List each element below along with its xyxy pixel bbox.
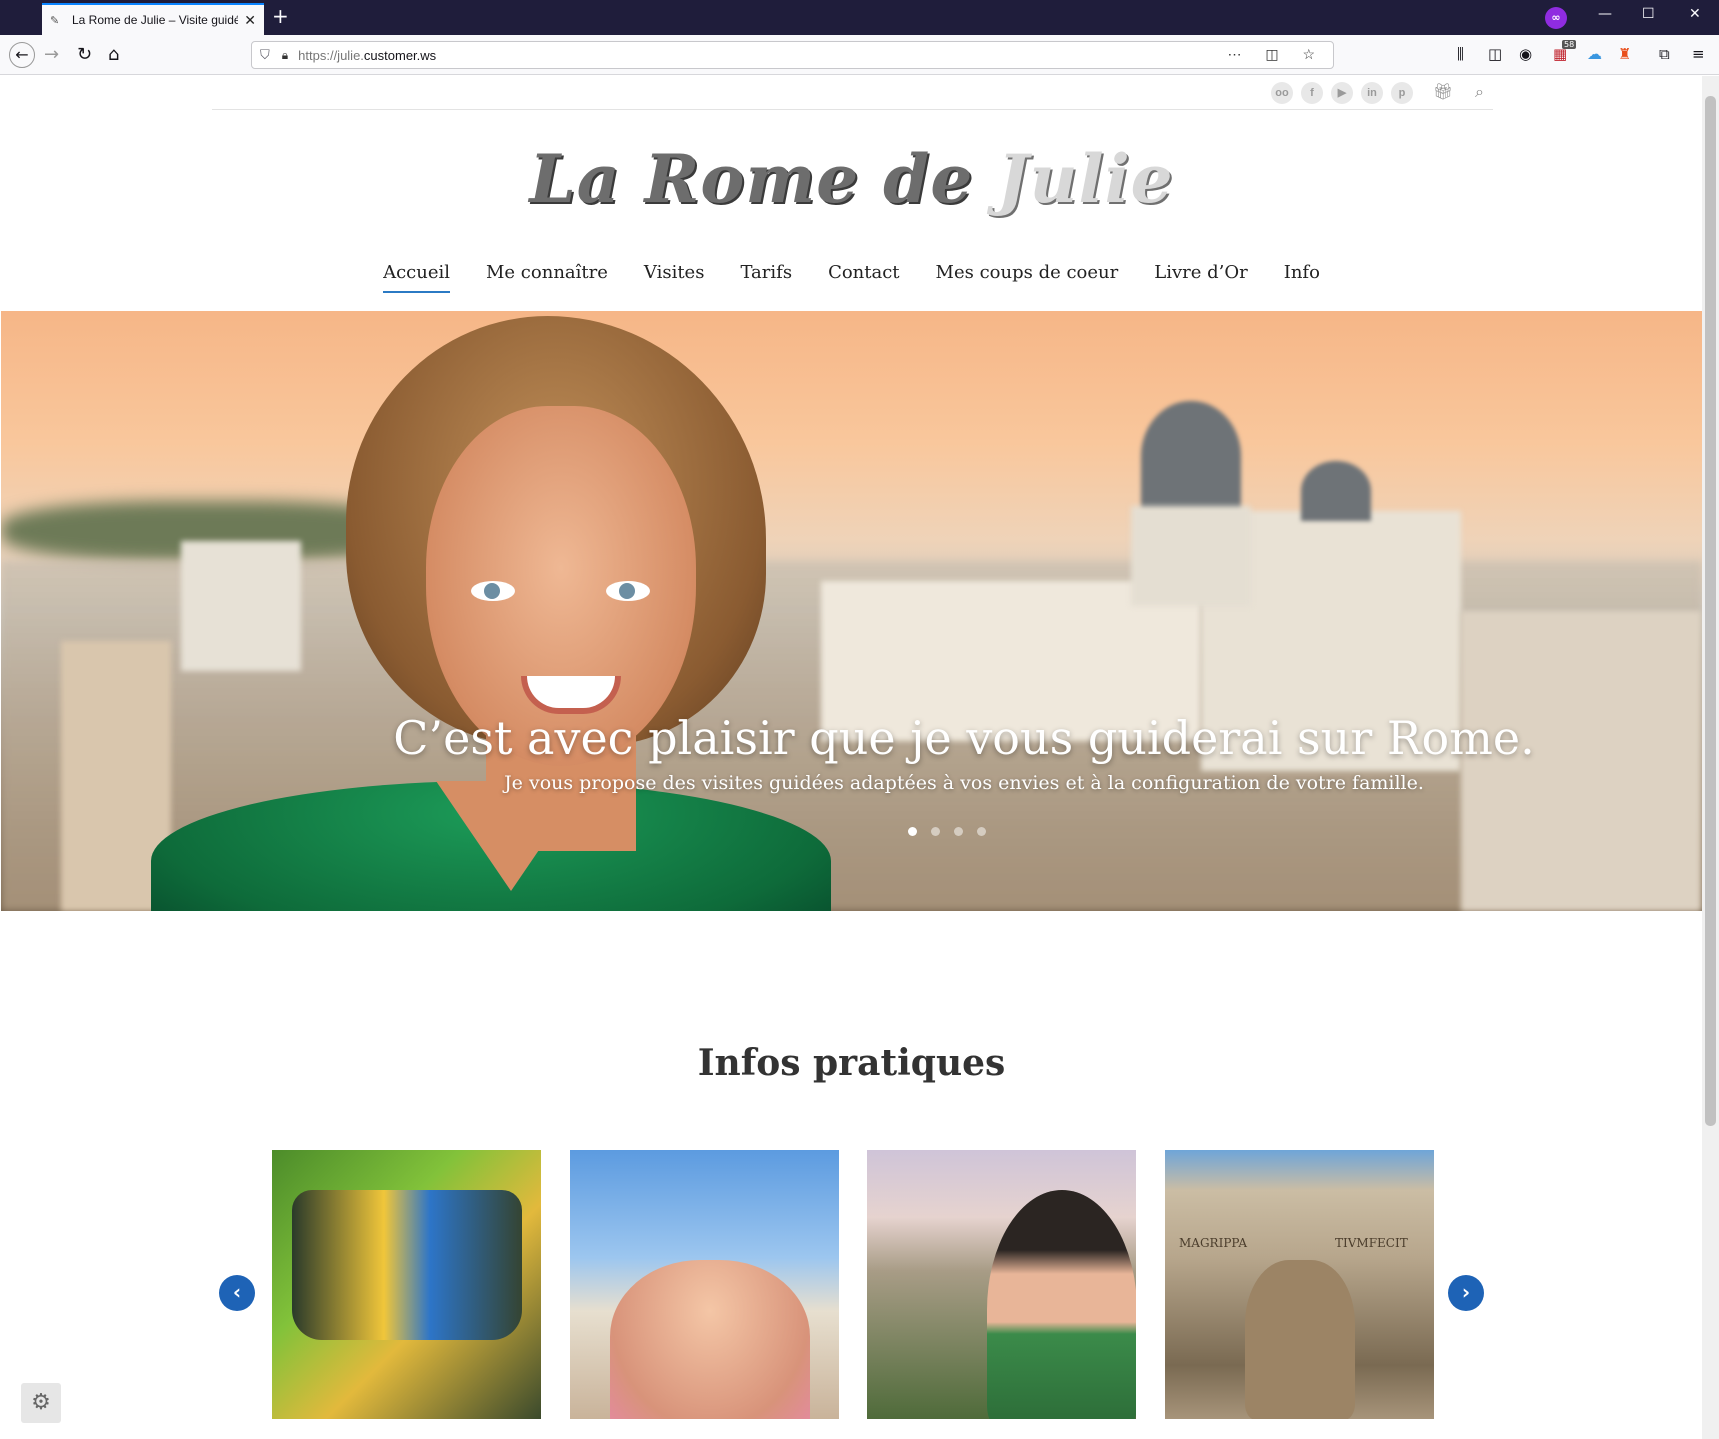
pinterest-icon[interactable]: p (1391, 82, 1413, 104)
url-bar[interactable]: ⛉ 🔒︎ https://julie. customer.ws ⋯ ◫ ☆ (251, 41, 1334, 69)
menu-icon[interactable]: ≡ (1692, 45, 1705, 63)
pantheon-inscription-right: TIVMFECIT (1335, 1236, 1408, 1250)
hero-bg-dome (1301, 461, 1371, 521)
url-scheme: https://julie. (298, 47, 364, 63)
gift-icon[interactable]: 🎁︎ (1433, 82, 1453, 101)
slider-dot-1[interactable] (908, 827, 917, 836)
info-card-van[interactable] (272, 1150, 541, 1419)
library-icon[interactable]: ⫼ (1457, 45, 1464, 63)
portrait-smile (521, 676, 621, 714)
url-host: customer.ws (363, 47, 437, 63)
tab-close-icon[interactable]: ✕ (244, 12, 256, 29)
info-card-pantheon[interactable]: MAGRIPPA TIVMFECIT (1165, 1150, 1434, 1419)
account-icon[interactable]: ◉ (1519, 45, 1532, 63)
portrait-eye (606, 581, 650, 601)
minimize-button[interactable]: — (1598, 6, 1612, 22)
carousel-prev-button[interactable]: ‹ (219, 1275, 255, 1311)
youtube-icon[interactable]: ▶ (1331, 82, 1353, 104)
reload-button[interactable]: ↻ (77, 44, 92, 65)
slider-dot-4[interactable] (977, 827, 986, 836)
extension-badge: 58 (1562, 40, 1577, 49)
scrollbar-thumb[interactable] (1705, 96, 1716, 1126)
pantheon-inscription-left: MAGRIPPA (1179, 1236, 1248, 1250)
slider-dot-3[interactable] (954, 827, 963, 836)
logo-text-main: La Rome de (529, 140, 998, 218)
lock-icon[interactable]: 🔒︎ (282, 48, 288, 63)
hero-subtitle: Je vous propose des visites guidées adap… (504, 772, 1424, 794)
menu-item-me-connaitre[interactable]: Me connaître (486, 262, 608, 293)
linkedin-icon[interactable]: in (1361, 82, 1383, 104)
browser-tab[interactable]: ✎ La Rome de Julie – Visite guidé ✕ (42, 3, 264, 35)
infos-pratiques-title: Infos pratiques (697, 1042, 1006, 1084)
sidebar-icon[interactable]: ◫ (1488, 45, 1502, 63)
menu-item-livre-dor[interactable]: Livre d’Or (1154, 262, 1247, 293)
maximize-button[interactable]: ☐ (1642, 6, 1655, 22)
hero-bg-dome (1141, 401, 1241, 511)
site-favicon-icon: ✎ (50, 15, 60, 27)
menu-item-accueil[interactable]: Accueil (383, 262, 450, 293)
home-button[interactable]: ⌂ (108, 44, 119, 65)
tracking-shield-icon[interactable]: ⛉ (260, 47, 270, 63)
site-logo[interactable]: La Rome de Julie (1, 140, 1702, 218)
private-browsing-icon: ∞ (1545, 7, 1567, 29)
browser-navbar: ← → ↻ ⌂ ⛉ 🔒︎ https://julie. customer.ws ⋯… (0, 35, 1719, 75)
page-scrollbar[interactable] (1702, 76, 1719, 1439)
menu-item-info[interactable]: Info (1284, 262, 1320, 293)
search-icon[interactable]: ⌕ (1475, 82, 1484, 102)
new-tab-button[interactable]: + (272, 4, 289, 28)
back-button[interactable]: ← (9, 42, 35, 68)
close-window-button[interactable]: ✕ (1689, 6, 1701, 22)
info-card-florence[interactable] (867, 1150, 1136, 1419)
info-card-mother-daughter[interactable] (570, 1150, 839, 1419)
forward-button[interactable]: → (44, 44, 59, 65)
tripadvisor-icon[interactable]: oo (1271, 82, 1293, 104)
cookie-settings-gear-icon[interactable]: ⚙ (21, 1383, 61, 1423)
menu-item-visites[interactable]: Visites (644, 262, 705, 293)
slider-dots (908, 827, 986, 836)
logo-text-julie: Julie (997, 140, 1174, 218)
hero-portrait (151, 311, 831, 911)
browser-titlebar: ✎ La Rome de Julie – Visite guidé ✕ + ∞ … (0, 0, 1719, 35)
hero-bg-building (1131, 506, 1251, 606)
slider-dot-2[interactable] (931, 827, 940, 836)
lastpass-icon[interactable]: ♜ (1618, 45, 1631, 63)
web-page: oo f ▶ in p 🎁︎ ⌕ La Rome de Julie Accuei… (1, 76, 1702, 1439)
facebook-icon[interactable]: f (1301, 82, 1323, 104)
tab-title: La Rome de Julie – Visite guidé (72, 13, 239, 27)
menu-item-contact[interactable]: Contact (828, 262, 899, 293)
cloud-extension-icon[interactable]: ☁ (1587, 45, 1602, 63)
hero-slider[interactable]: C’est avec plaisir que je vous guiderai … (1, 311, 1702, 911)
carousel-next-button[interactable]: › (1448, 1275, 1484, 1311)
page-actions-icons[interactable]: ⋯ ◫ ☆ (1227, 46, 1325, 63)
portrait-eye (471, 581, 515, 601)
header-divider (212, 109, 1493, 110)
extensions-icon[interactable]: ⧉ (1659, 45, 1670, 63)
menu-item-tarifs[interactable]: Tarifs (740, 262, 792, 293)
menu-item-coups-de-coeur[interactable]: Mes coups de coeur (936, 262, 1119, 293)
main-menu: Accueil Me connaître Visites Tarifs Cont… (1, 262, 1702, 293)
hero-title: C’est avec plaisir que je vous guiderai … (393, 711, 1535, 765)
